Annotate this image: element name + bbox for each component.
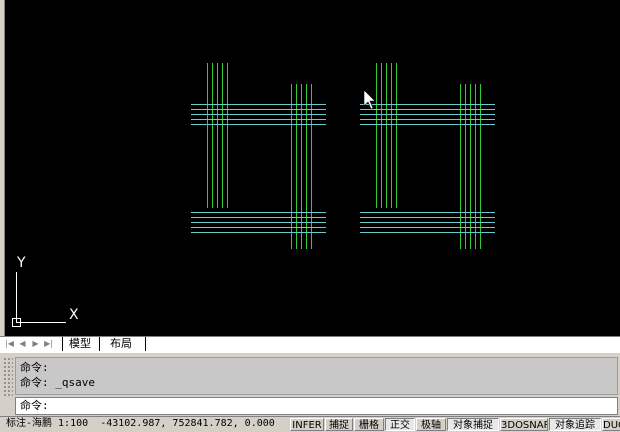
cursor-icon: [363, 89, 376, 110]
status-coordinates: 标注-海鹏 1:100 -43102.987, 752841.782, 0.00…: [6, 417, 275, 431]
tab-prev-icon[interactable]: ◀: [17, 338, 28, 350]
tab-layout[interactable]: 布局: [104, 337, 146, 351]
tab-model[interactable]: 模型: [62, 337, 100, 351]
status-button-polar[interactable]: 极轴: [416, 418, 446, 431]
status-button-grid[interactable]: 栅格: [354, 418, 384, 431]
status-button-infer[interactable]: INFER: [290, 418, 324, 431]
tab-next-icon[interactable]: ▶: [30, 338, 41, 350]
drawing-canvas[interactable]: Y X: [0, 0, 620, 336]
command-input[interactable]: 命令:: [15, 397, 618, 415]
dimension-style: 标注-海鹏 1:100: [6, 418, 89, 429]
command-window-grip[interactable]: [3, 357, 13, 397]
status-button-ducs[interactable]: DUCS: [602, 418, 620, 431]
command-prompt: 命令:: [20, 399, 49, 412]
command-window: 命令: 命令: _qsave 命令:: [0, 352, 620, 417]
status-button-osnap[interactable]: 对象捕捉: [447, 418, 499, 431]
status-bar: 标注-海鹏 1:100 -43102.987, 752841.782, 0.00…: [0, 416, 620, 432]
cursor-coordinates: -43102.987, 752841.782, 0.000: [100, 418, 275, 429]
command-history: 命令: 命令: _qsave: [15, 357, 618, 395]
tab-last-icon[interactable]: ▶|: [43, 338, 54, 350]
canvas-left-border: [0, 0, 5, 336]
drawing-svg: [12, 63, 495, 327]
ucs-icon: [12, 272, 66, 327]
ucs-x-label: X: [69, 307, 79, 323]
tab-first-icon[interactable]: |◀: [4, 338, 15, 350]
ucs-y-label: Y: [17, 255, 26, 271]
status-button-ortho[interactable]: 正交: [385, 418, 415, 431]
layout-tab-bar: |◀ ◀ ▶ ▶| 模型 布局: [0, 336, 620, 352]
status-button-otrack[interactable]: 对象追踪: [549, 418, 601, 431]
command-history-line: 命令:: [20, 361, 49, 374]
status-button-snap[interactable]: 捕捉: [325, 418, 353, 431]
status-button-3dosnap[interactable]: 3DOSNAP: [500, 418, 548, 431]
command-history-line: 命令: _qsave: [20, 376, 95, 389]
